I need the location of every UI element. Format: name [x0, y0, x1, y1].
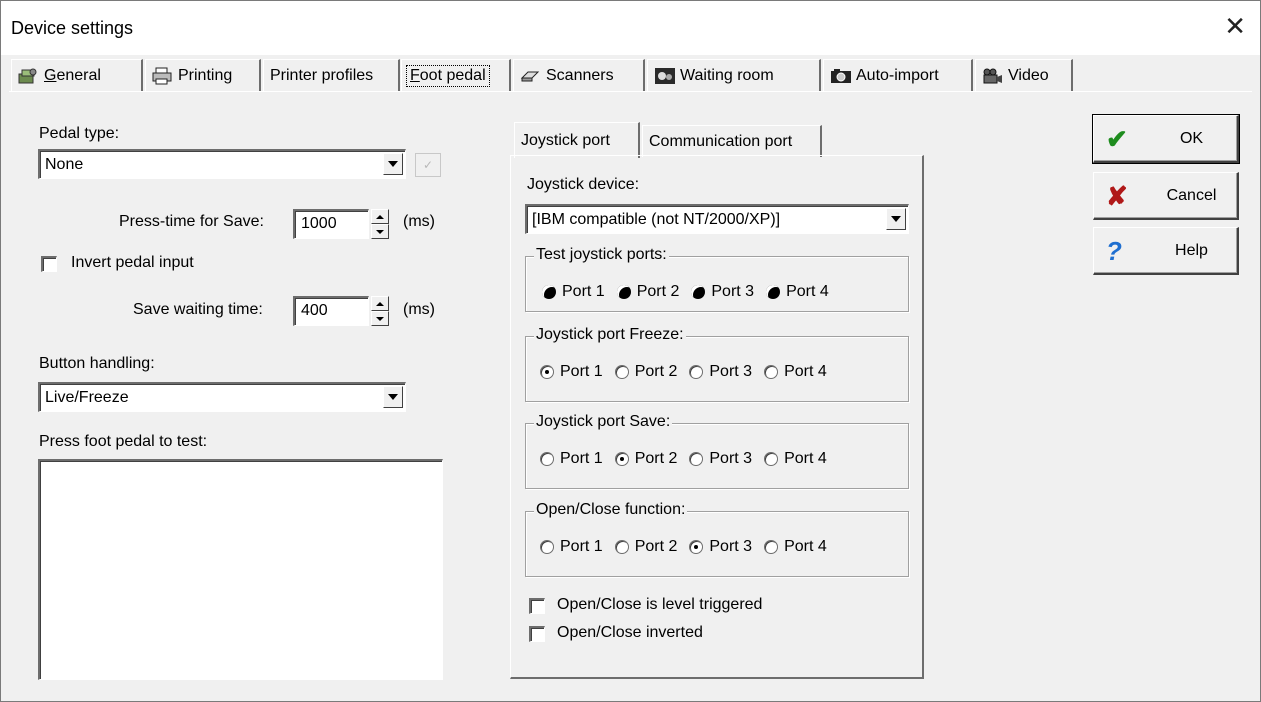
camera-icon: [830, 67, 851, 85]
save-port-2-radio[interactable]: Port 2: [614, 450, 677, 468]
port-indicator-icon: [766, 285, 781, 299]
tab-joystick-port[interactable]: Joystick port: [514, 122, 640, 158]
joystick-device-label: Joystick device:: [527, 176, 640, 193]
press-time-input[interactable]: 1000: [293, 209, 369, 239]
button-handling-select[interactable]: Live/Freeze: [38, 382, 406, 412]
settings-tab-strip: General Printing Printer profiles Foot p…: [11, 59, 1073, 91]
cancel-x-icon: ✘: [1106, 181, 1128, 211]
ok-button[interactable]: ✔ OK: [1092, 114, 1240, 164]
spin-down-icon[interactable]: [371, 224, 389, 239]
invert-pedal-label: Invert pedal input: [71, 254, 194, 271]
freeze-port-3-radio[interactable]: Port 3: [689, 363, 752, 381]
tab-foot-pedal[interactable]: Foot pedal: [401, 59, 511, 91]
save-port-group: Joystick port Save: Port 1 Port 2 Port 3…: [525, 413, 909, 489]
test-port-4: Port 4: [766, 283, 829, 301]
test-port-2: Port 2: [616, 283, 679, 301]
invert-pedal-checkbox[interactable]: [41, 256, 57, 272]
port-indicator-icon: [616, 285, 631, 299]
level-triggered-label: Open/Close is level triggered: [557, 596, 763, 613]
joystick-port-panel: Joystick device: [IBM compatible (not NT…: [510, 155, 924, 679]
cancel-button[interactable]: ✘ Cancel: [1093, 172, 1239, 220]
button-handling-label: Button handling:: [39, 355, 155, 372]
tab-scanners[interactable]: Scanners: [513, 59, 645, 91]
help-button[interactable]: ? Help: [1093, 227, 1239, 275]
pedal-config-button[interactable]: ✓: [415, 153, 441, 177]
inverted-label: Open/Close inverted: [557, 624, 703, 641]
tab-communication-port[interactable]: Communication port: [642, 125, 822, 157]
tab-auto-import[interactable]: Auto-import: [823, 59, 973, 91]
pedal-type-select[interactable]: None: [38, 149, 406, 179]
close-icon[interactable]: ✕: [1224, 11, 1246, 41]
config-icon: ✓: [422, 158, 434, 172]
tab-printer-profiles[interactable]: Printer profiles: [263, 59, 400, 91]
waiting-room-icon: [654, 67, 675, 85]
open-close-port-3-radio[interactable]: Port 3: [689, 538, 752, 556]
test-port-1: Port 1: [542, 283, 605, 301]
spin-up-icon[interactable]: [371, 296, 389, 311]
joystick-device-select[interactable]: [IBM compatible (not NT/2000/XP)]: [525, 204, 909, 234]
save-waiting-unit: (ms): [403, 301, 435, 318]
window-title: Device settings: [11, 18, 134, 38]
save-waiting-input[interactable]: 400: [293, 296, 369, 326]
press-time-spinner[interactable]: [371, 209, 389, 239]
tab-waiting-room[interactable]: Waiting room: [647, 59, 821, 91]
save-waiting-label: Save waiting time:: [133, 301, 263, 318]
port-indicator-icon: [691, 285, 706, 299]
chevron-down-icon[interactable]: [886, 208, 906, 230]
freeze-port-group: Joystick port Freeze: Port 1 Port 2 Port…: [525, 326, 909, 402]
pedal-type-label: Pedal type:: [39, 125, 120, 142]
general-icon: [18, 67, 38, 85]
pedal-test-area: [38, 459, 443, 680]
port-indicator-icon: [542, 285, 556, 299]
inverted-checkbox[interactable]: [529, 626, 545, 642]
save-port-4-radio[interactable]: Port 4: [764, 450, 827, 468]
pedal-test-label: Press foot pedal to test:: [39, 433, 208, 450]
save-port-1-radio[interactable]: Port 1: [540, 450, 603, 468]
help-question-icon: ?: [1106, 236, 1122, 266]
open-close-port-1-radio[interactable]: Port 1: [540, 538, 603, 556]
test-ports-group: Test joystick ports: Port 1 Port 2 Port …: [525, 246, 909, 312]
video-camera-icon: [982, 67, 1002, 85]
test-port-3: Port 3: [691, 283, 754, 301]
save-port-3-radio[interactable]: Port 3: [689, 450, 752, 468]
freeze-port-1-radio[interactable]: Port 1: [540, 363, 603, 381]
chevron-down-icon[interactable]: [383, 386, 403, 408]
tab-printing[interactable]: Printing: [145, 59, 261, 91]
open-close-port-4-radio[interactable]: Port 4: [764, 538, 827, 556]
title-bar: Device settings ✕: [1, 1, 1260, 55]
spin-down-icon[interactable]: [371, 311, 389, 326]
chevron-down-icon[interactable]: [383, 153, 403, 175]
checkmark-icon: ✔: [1106, 124, 1128, 154]
freeze-port-4-radio[interactable]: Port 4: [764, 363, 827, 381]
freeze-port-2-radio[interactable]: Port 2: [614, 363, 677, 381]
device-settings-window: Device settings ✕ General Printing Print…: [0, 0, 1261, 702]
printer-icon: [152, 67, 172, 85]
press-time-label: Press-time for Save:: [119, 213, 264, 230]
tab-general[interactable]: General: [11, 59, 143, 91]
open-close-group: Open/Close function: Port 1 Port 2 Port …: [525, 501, 909, 577]
press-time-unit: (ms): [403, 213, 435, 230]
save-waiting-spinner[interactable]: [371, 296, 389, 326]
spin-up-icon[interactable]: [371, 209, 389, 224]
scanner-icon: [520, 67, 540, 85]
tab-video[interactable]: Video: [975, 59, 1073, 91]
open-close-port-2-radio[interactable]: Port 2: [614, 538, 677, 556]
level-triggered-checkbox[interactable]: [529, 598, 545, 614]
